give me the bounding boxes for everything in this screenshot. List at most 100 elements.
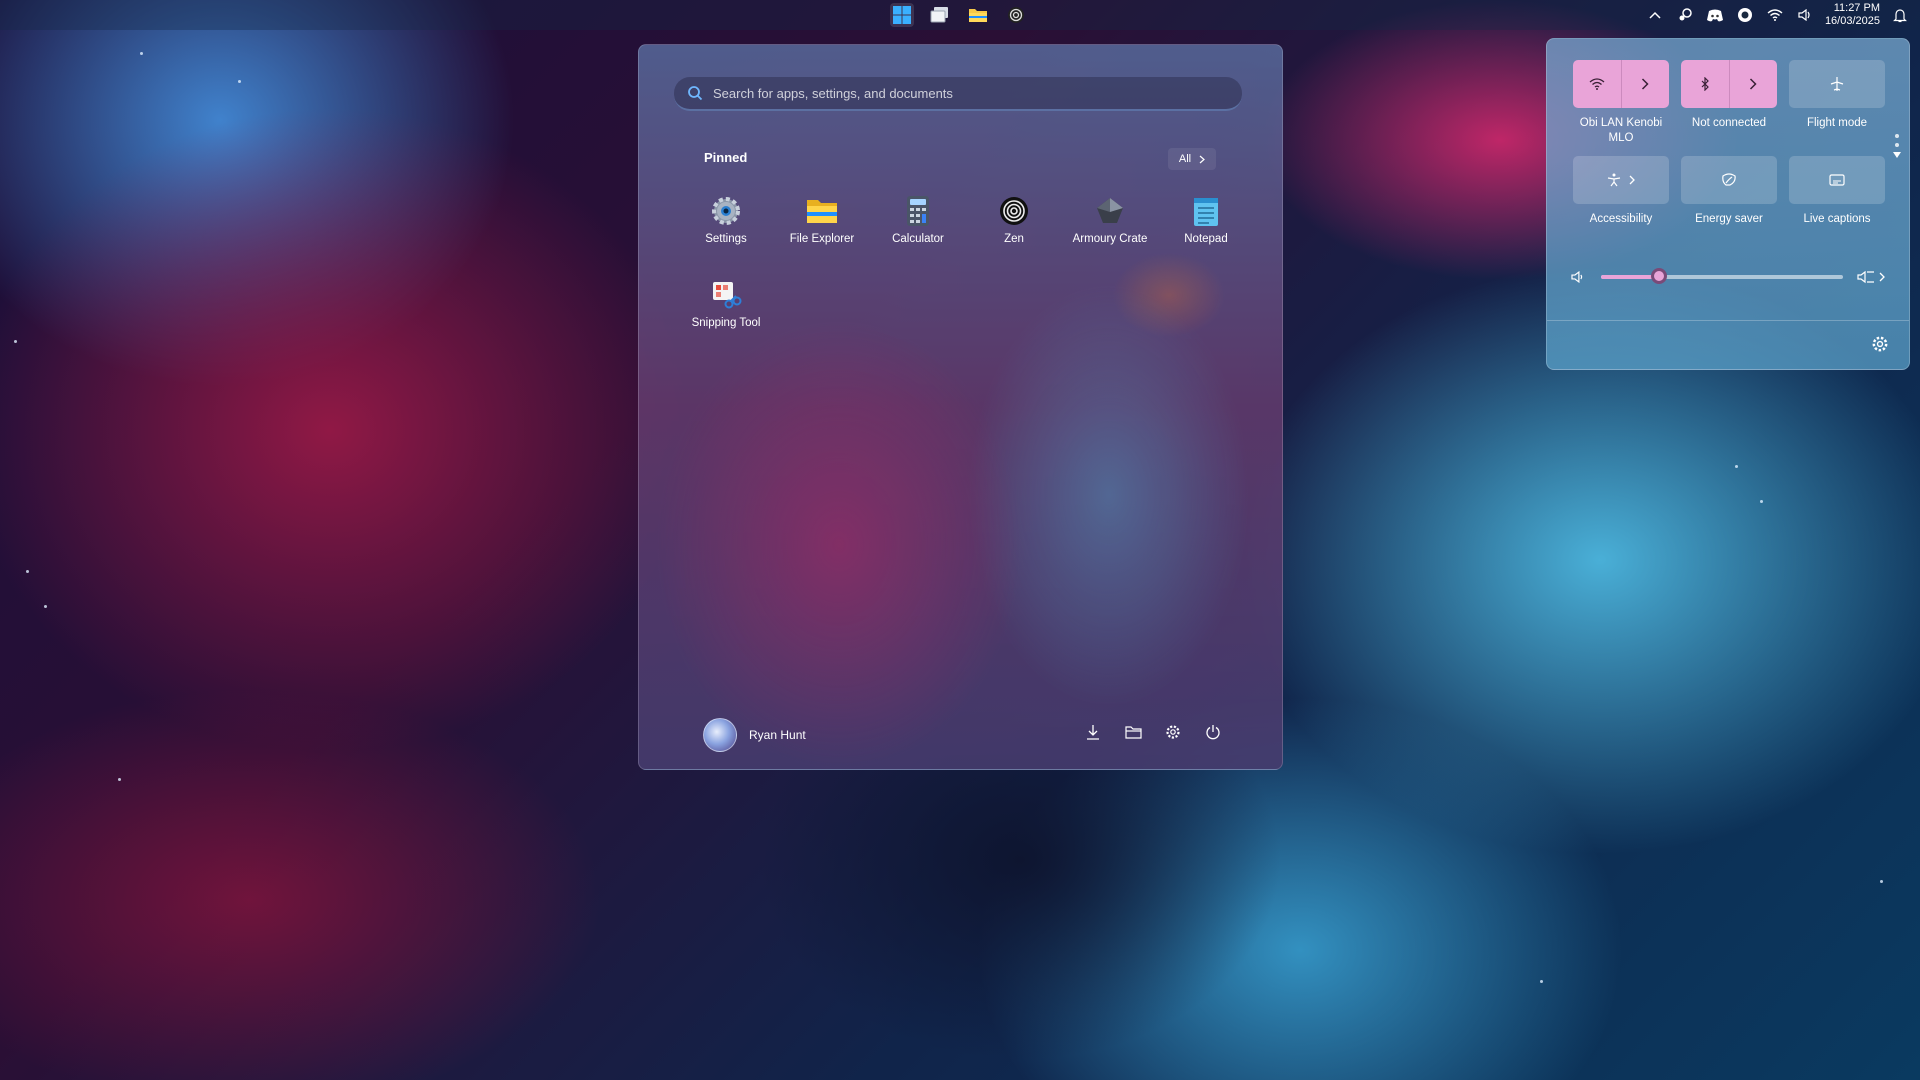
notifications-icon[interactable] bbox=[1890, 5, 1910, 25]
start-button[interactable] bbox=[890, 3, 914, 27]
notepad-icon bbox=[1190, 195, 1222, 227]
tile-label: Live captions bbox=[1803, 213, 1871, 225]
search-input[interactable] bbox=[711, 84, 1215, 102]
volume-slider[interactable] bbox=[1600, 268, 1843, 284]
tile-wifi: Obi LAN Kenobi MLO bbox=[1573, 60, 1669, 144]
airplane-icon bbox=[1789, 60, 1885, 108]
taskbar: 11:27 PM 16/03/2025 bbox=[0, 0, 1920, 30]
app-label: Zen bbox=[1004, 233, 1024, 245]
footer-shortcuts bbox=[1084, 723, 1222, 741]
avatar bbox=[703, 718, 737, 752]
audio-output-button[interactable] bbox=[1857, 270, 1885, 284]
tile-energy-saver: Energy saver bbox=[1681, 156, 1777, 240]
power-icon[interactable] bbox=[1204, 723, 1222, 741]
pinned-app-notepad[interactable]: Notepad bbox=[1158, 193, 1254, 257]
chevron-right-icon bbox=[1199, 155, 1206, 163]
taskbar-apps bbox=[890, 3, 1028, 27]
wifi-toggle[interactable] bbox=[1573, 60, 1669, 108]
pinned-apps-grid: Settings File Explorer Calculator Zen Ar… bbox=[678, 193, 1254, 341]
folder-icon bbox=[806, 195, 838, 227]
tile-bluetooth: Not connected bbox=[1681, 60, 1777, 144]
volume-icon[interactable] bbox=[1795, 5, 1815, 25]
settings-icon[interactable] bbox=[1164, 723, 1182, 741]
file-explorer-button[interactable] bbox=[966, 3, 990, 27]
discord-icon[interactable] bbox=[1705, 5, 1725, 25]
page-dot bbox=[1895, 143, 1899, 147]
app-label: File Explorer bbox=[789, 233, 855, 245]
settings-gear-icon bbox=[710, 195, 742, 227]
energy-saver-icon bbox=[1681, 156, 1777, 204]
app-icon[interactable] bbox=[1735, 5, 1755, 25]
task-view-icon bbox=[930, 7, 948, 23]
tile-label: Accessibility bbox=[1589, 213, 1653, 225]
tile-label: Obi LAN Kenobi MLO bbox=[1579, 117, 1663, 144]
user-name: Ryan Hunt bbox=[749, 728, 806, 742]
pinned-app-armoury-crate[interactable]: Armoury Crate bbox=[1062, 193, 1158, 257]
quick-settings-tiles: Obi LAN Kenobi MLO Not connected Flight … bbox=[1573, 60, 1885, 240]
download-icon[interactable] bbox=[1084, 723, 1102, 741]
folder-icon bbox=[969, 9, 987, 22]
volume-icon[interactable] bbox=[1571, 271, 1585, 283]
tile-accessibility: Accessibility bbox=[1573, 156, 1669, 240]
energy-saver-toggle[interactable] bbox=[1681, 156, 1777, 204]
task-view-button[interactable] bbox=[928, 3, 952, 27]
chevron-right-icon[interactable] bbox=[1728, 60, 1778, 108]
app-label: Settings bbox=[705, 233, 747, 245]
tile-label: Energy saver bbox=[1695, 213, 1763, 225]
zen-button[interactable] bbox=[1004, 3, 1028, 27]
tile-page-indicator[interactable] bbox=[1893, 134, 1901, 158]
zen-icon bbox=[1008, 7, 1024, 23]
chevron-right-icon bbox=[1879, 272, 1885, 282]
audio-output-icon bbox=[1857, 270, 1874, 284]
tile-live-captions: Live captions bbox=[1789, 156, 1885, 240]
search-bar[interactable] bbox=[674, 77, 1242, 111]
bluetooth-icon[interactable] bbox=[1681, 60, 1729, 108]
all-apps-label: All bbox=[1178, 153, 1192, 165]
zen-icon bbox=[998, 195, 1030, 227]
chevron-right-icon[interactable] bbox=[1620, 60, 1670, 108]
accessibility-icon[interactable] bbox=[1573, 156, 1669, 204]
divider bbox=[1547, 320, 1909, 321]
clock-date: 16/03/2025 bbox=[1824, 15, 1880, 27]
system-tray: 11:27 PM 16/03/2025 bbox=[1645, 0, 1920, 30]
page-dot bbox=[1895, 134, 1899, 138]
accessibility-toggle[interactable] bbox=[1573, 156, 1669, 204]
tile-flight-mode: Flight mode bbox=[1789, 60, 1885, 144]
pinned-heading: Pinned bbox=[704, 150, 748, 165]
pinned-app-calculator[interactable]: Calculator bbox=[870, 193, 966, 257]
captions-icon bbox=[1789, 156, 1885, 204]
search-icon bbox=[688, 86, 703, 101]
pinned-app-file-explorer[interactable]: File Explorer bbox=[774, 193, 870, 257]
app-label: Calculator bbox=[892, 233, 944, 245]
flight-mode-toggle[interactable] bbox=[1789, 60, 1885, 108]
armoury-crate-icon bbox=[1094, 195, 1126, 227]
wifi-icon[interactable] bbox=[1573, 60, 1621, 108]
tile-label: Not connected bbox=[1691, 117, 1767, 129]
calculator-icon bbox=[902, 195, 934, 227]
quick-settings-panel: Obi LAN Kenobi MLO Not connected Flight … bbox=[1546, 38, 1910, 370]
volume-row bbox=[1571, 267, 1885, 287]
snipping-tool-icon bbox=[710, 279, 742, 311]
chevron-up-icon[interactable] bbox=[1645, 5, 1665, 25]
windows-logo-icon bbox=[893, 6, 911, 24]
bluetooth-toggle[interactable] bbox=[1681, 60, 1777, 108]
wifi-icon[interactable] bbox=[1765, 5, 1785, 25]
app-label: Armoury Crate bbox=[1072, 233, 1148, 245]
app-label: Notepad bbox=[1184, 233, 1228, 245]
tile-label: Flight mode bbox=[1806, 117, 1868, 129]
chevron-right-icon bbox=[1629, 175, 1635, 185]
volume-slider-thumb[interactable] bbox=[1650, 268, 1667, 284]
pinned-app-zen[interactable]: Zen bbox=[966, 193, 1062, 257]
pinned-app-settings[interactable]: Settings bbox=[678, 193, 774, 257]
all-apps-button[interactable]: All bbox=[1168, 148, 1216, 170]
folder-open-icon[interactable] bbox=[1124, 723, 1142, 741]
user-account-button[interactable]: Ryan Hunt bbox=[703, 718, 806, 752]
steam-icon[interactable] bbox=[1675, 5, 1695, 25]
settings-icon[interactable] bbox=[1871, 335, 1889, 353]
start-menu: Pinned All Settings File Explorer bbox=[638, 44, 1283, 770]
clock-time: 11:27 PM bbox=[1833, 2, 1880, 14]
pinned-app-snipping-tool[interactable]: Snipping Tool bbox=[678, 277, 774, 341]
app-label: Snipping Tool bbox=[691, 317, 761, 329]
clock[interactable]: 11:27 PM 16/03/2025 bbox=[1825, 2, 1880, 28]
live-captions-toggle[interactable] bbox=[1789, 156, 1885, 204]
